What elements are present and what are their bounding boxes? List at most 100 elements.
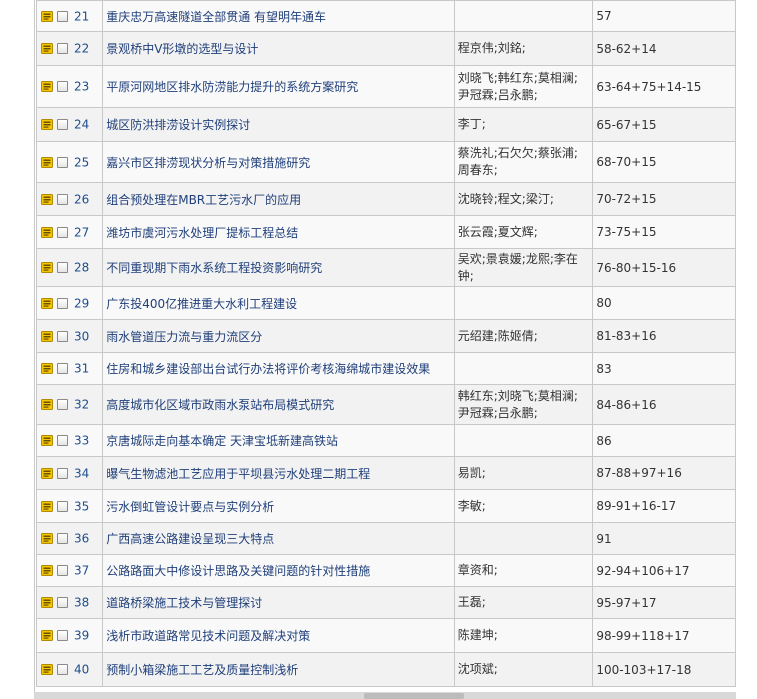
document-stack-icon[interactable] <box>41 467 53 479</box>
pages-cell: 63-64+75+14-15 <box>592 65 736 108</box>
table-row: 40 预制小箱梁施工工艺及质量控制浅析 沈项斌; 100-103+17-18 <box>35 652 736 687</box>
title-cell: 景观桥中V形墩的选型与设计 <box>102 31 455 66</box>
pages-cell: 58-62+14 <box>592 31 736 66</box>
row-number: 34 <box>74 466 90 481</box>
title-cell: 预制小箱梁施工工艺及质量控制浅析 <box>102 652 455 687</box>
document-stack-icon[interactable] <box>41 435 53 447</box>
row-checkbox[interactable] <box>57 193 68 205</box>
row-checkbox[interactable] <box>57 533 68 545</box>
select-cell: 28 <box>35 248 104 287</box>
document-stack-icon[interactable] <box>41 533 53 545</box>
article-title-link[interactable]: 浅析市政道路常见技术问题及解决对策 <box>106 629 310 643</box>
pages-cell: 86 <box>592 424 736 457</box>
document-stack-icon[interactable] <box>41 565 53 577</box>
article-title-link[interactable]: 雨水管道压力流与重力流区分 <box>106 330 262 344</box>
article-list-panel: 21 重庆忠万高速隧道全部贯通 有望明年通车 57 22 景观桥中V形墩的选型与设计 程京… <box>35 0 736 699</box>
document-stack-icon[interactable] <box>41 193 53 205</box>
title-cell: 不同重现期下雨水系统工程投资影响研究 <box>102 248 455 287</box>
pages-cell: 95-97+17 <box>592 586 736 619</box>
row-checkbox[interactable] <box>57 119 68 131</box>
pages-cell: 89-91+16-17 <box>592 489 736 523</box>
article-title-link[interactable]: 京唐城际走向基本确定 天津宝坻新建高铁站 <box>106 434 338 448</box>
article-title-link[interactable]: 预制小箱梁施工工艺及质量控制浅析 <box>106 663 298 677</box>
document-stack-icon[interactable] <box>41 297 53 309</box>
table-row: 28 不同重现期下雨水系统工程投资影响研究 吴欢;景袁媛;龙熙;李在钟; 76-80+… <box>35 248 736 287</box>
article-title-link[interactable]: 不同重现期下雨水系统工程投资影响研究 <box>106 261 322 275</box>
document-stack-icon[interactable] <box>41 597 53 609</box>
document-stack-icon[interactable] <box>41 10 53 22</box>
row-checkbox[interactable] <box>57 500 68 512</box>
article-title-link[interactable]: 广西高速公路建设呈现三大特点 <box>106 532 274 546</box>
table-row: 23 平原河网地区排水防涝能力提升的系统方案研究 刘晓飞;韩红东;莫相澜;尹冠霖;吕… <box>35 65 736 108</box>
document-stack-icon[interactable] <box>41 156 53 168</box>
row-number: 22 <box>74 41 90 56</box>
title-cell: 曝气生物滤池工艺应用于平坝县污水处理二期工程 <box>102 456 455 490</box>
article-title-link[interactable]: 道路桥梁施工技术与管理探讨 <box>106 596 262 610</box>
article-title-link[interactable]: 住房和城乡建设部出台试行办法将评价考核海绵城市建设效果 <box>106 362 430 376</box>
article-title-link[interactable]: 城区防洪排涝设计实例探讨 <box>106 118 250 132</box>
document-stack-icon[interactable] <box>41 399 53 411</box>
table-row: 27 潍坊市虞河污水处理厂提标工程总结 张云霞;夏文辉; 73-75+15 <box>35 215 736 249</box>
document-stack-icon[interactable] <box>41 330 53 342</box>
pages-cell: 84-86+16 <box>592 384 736 425</box>
table-row: 38 道路桥梁施工技术与管理探讨 王磊; 95-97+17 <box>35 586 736 619</box>
article-title-link[interactable]: 广东投400亿推进重大水利工程建设 <box>106 297 297 311</box>
article-title-link[interactable]: 平原河网地区排水防涝能力提升的系统方案研究 <box>106 80 358 94</box>
article-title-link[interactable]: 高度城市化区域市政雨水泵站布局模式研究 <box>106 398 334 412</box>
row-checkbox[interactable] <box>57 664 68 676</box>
horizontal-scrollbar[interactable] <box>34 692 736 699</box>
row-checkbox[interactable] <box>57 467 68 479</box>
row-checkbox[interactable] <box>57 81 68 93</box>
scrollbar-thumb[interactable] <box>364 693 464 699</box>
article-title-link[interactable]: 污水倒虹管设计要点与实例分析 <box>106 500 274 514</box>
row-checkbox[interactable] <box>57 330 68 342</box>
pages-cell: 91 <box>592 522 736 555</box>
document-stack-icon[interactable] <box>41 43 53 55</box>
document-stack-icon[interactable] <box>41 630 53 642</box>
article-title-link[interactable]: 嘉兴市区排涝现状分析与对策措施研究 <box>106 156 310 170</box>
document-stack-icon[interactable] <box>41 363 53 375</box>
article-title-link[interactable]: 潍坊市虞河污水处理厂提标工程总结 <box>106 226 298 240</box>
pages-cell: 83 <box>592 352 736 385</box>
table-row: 32 高度城市化区域市政雨水泵站布局模式研究 韩红东;刘晓飞;莫相澜;尹冠霖;吕永鹏… <box>35 384 736 425</box>
document-stack-icon[interactable] <box>41 81 53 93</box>
row-checkbox[interactable] <box>57 435 68 447</box>
row-checkbox[interactable] <box>57 399 68 411</box>
document-stack-icon[interactable] <box>41 500 53 512</box>
authors-cell: 吴欢;景袁媛;龙熙;李在钟; <box>453 248 594 287</box>
document-stack-icon[interactable] <box>41 262 53 274</box>
article-title-link[interactable]: 组合预处理在MBR工艺污水厂的应用 <box>106 193 301 207</box>
row-number: 36 <box>74 531 90 546</box>
select-cell: 40 <box>35 652 104 687</box>
document-stack-icon[interactable] <box>41 664 53 676</box>
article-title-link[interactable]: 重庆忠万高速隧道全部贯通 有望明年通车 <box>106 10 326 24</box>
table-row: 37 公路路面大中修设计思路及关键问题的针对性措施 章资和; 92-94+106+17 <box>35 554 736 587</box>
document-stack-icon[interactable] <box>41 226 53 238</box>
row-number: 21 <box>74 9 90 24</box>
pages-cell: 70-72+15 <box>592 182 736 216</box>
row-number: 33 <box>74 433 90 448</box>
document-stack-icon[interactable] <box>41 119 53 131</box>
row-checkbox[interactable] <box>57 630 68 642</box>
select-cell: 34 <box>35 456 104 490</box>
select-cell: 25 <box>35 141 104 183</box>
row-checkbox[interactable] <box>57 297 68 309</box>
row-checkbox[interactable] <box>57 597 68 609</box>
title-cell: 重庆忠万高速隧道全部贯通 有望明年通车 <box>102 0 455 32</box>
pages-cell: 65-67+15 <box>592 107 736 142</box>
title-cell: 潍坊市虞河污水处理厂提标工程总结 <box>102 215 455 249</box>
row-checkbox[interactable] <box>57 565 68 577</box>
row-checkbox[interactable] <box>57 226 68 238</box>
select-cell: 33 <box>35 424 104 457</box>
row-checkbox[interactable] <box>57 363 68 375</box>
row-checkbox[interactable] <box>57 156 68 168</box>
article-title-link[interactable]: 景观桥中V形墩的选型与设计 <box>106 42 258 56</box>
title-cell: 广西高速公路建设呈现三大特点 <box>102 522 455 555</box>
row-checkbox[interactable] <box>57 43 68 55</box>
row-checkbox[interactable] <box>57 10 68 22</box>
article-title-link[interactable]: 曝气生物滤池工艺应用于平坝县污水处理二期工程 <box>106 467 370 481</box>
authors-cell: 章资和; <box>453 554 594 587</box>
row-checkbox[interactable] <box>57 262 68 274</box>
article-title-link[interactable]: 公路路面大中修设计思路及关键问题的针对性措施 <box>106 564 370 578</box>
title-cell: 住房和城乡建设部出台试行办法将评价考核海绵城市建设效果 <box>102 352 455 385</box>
